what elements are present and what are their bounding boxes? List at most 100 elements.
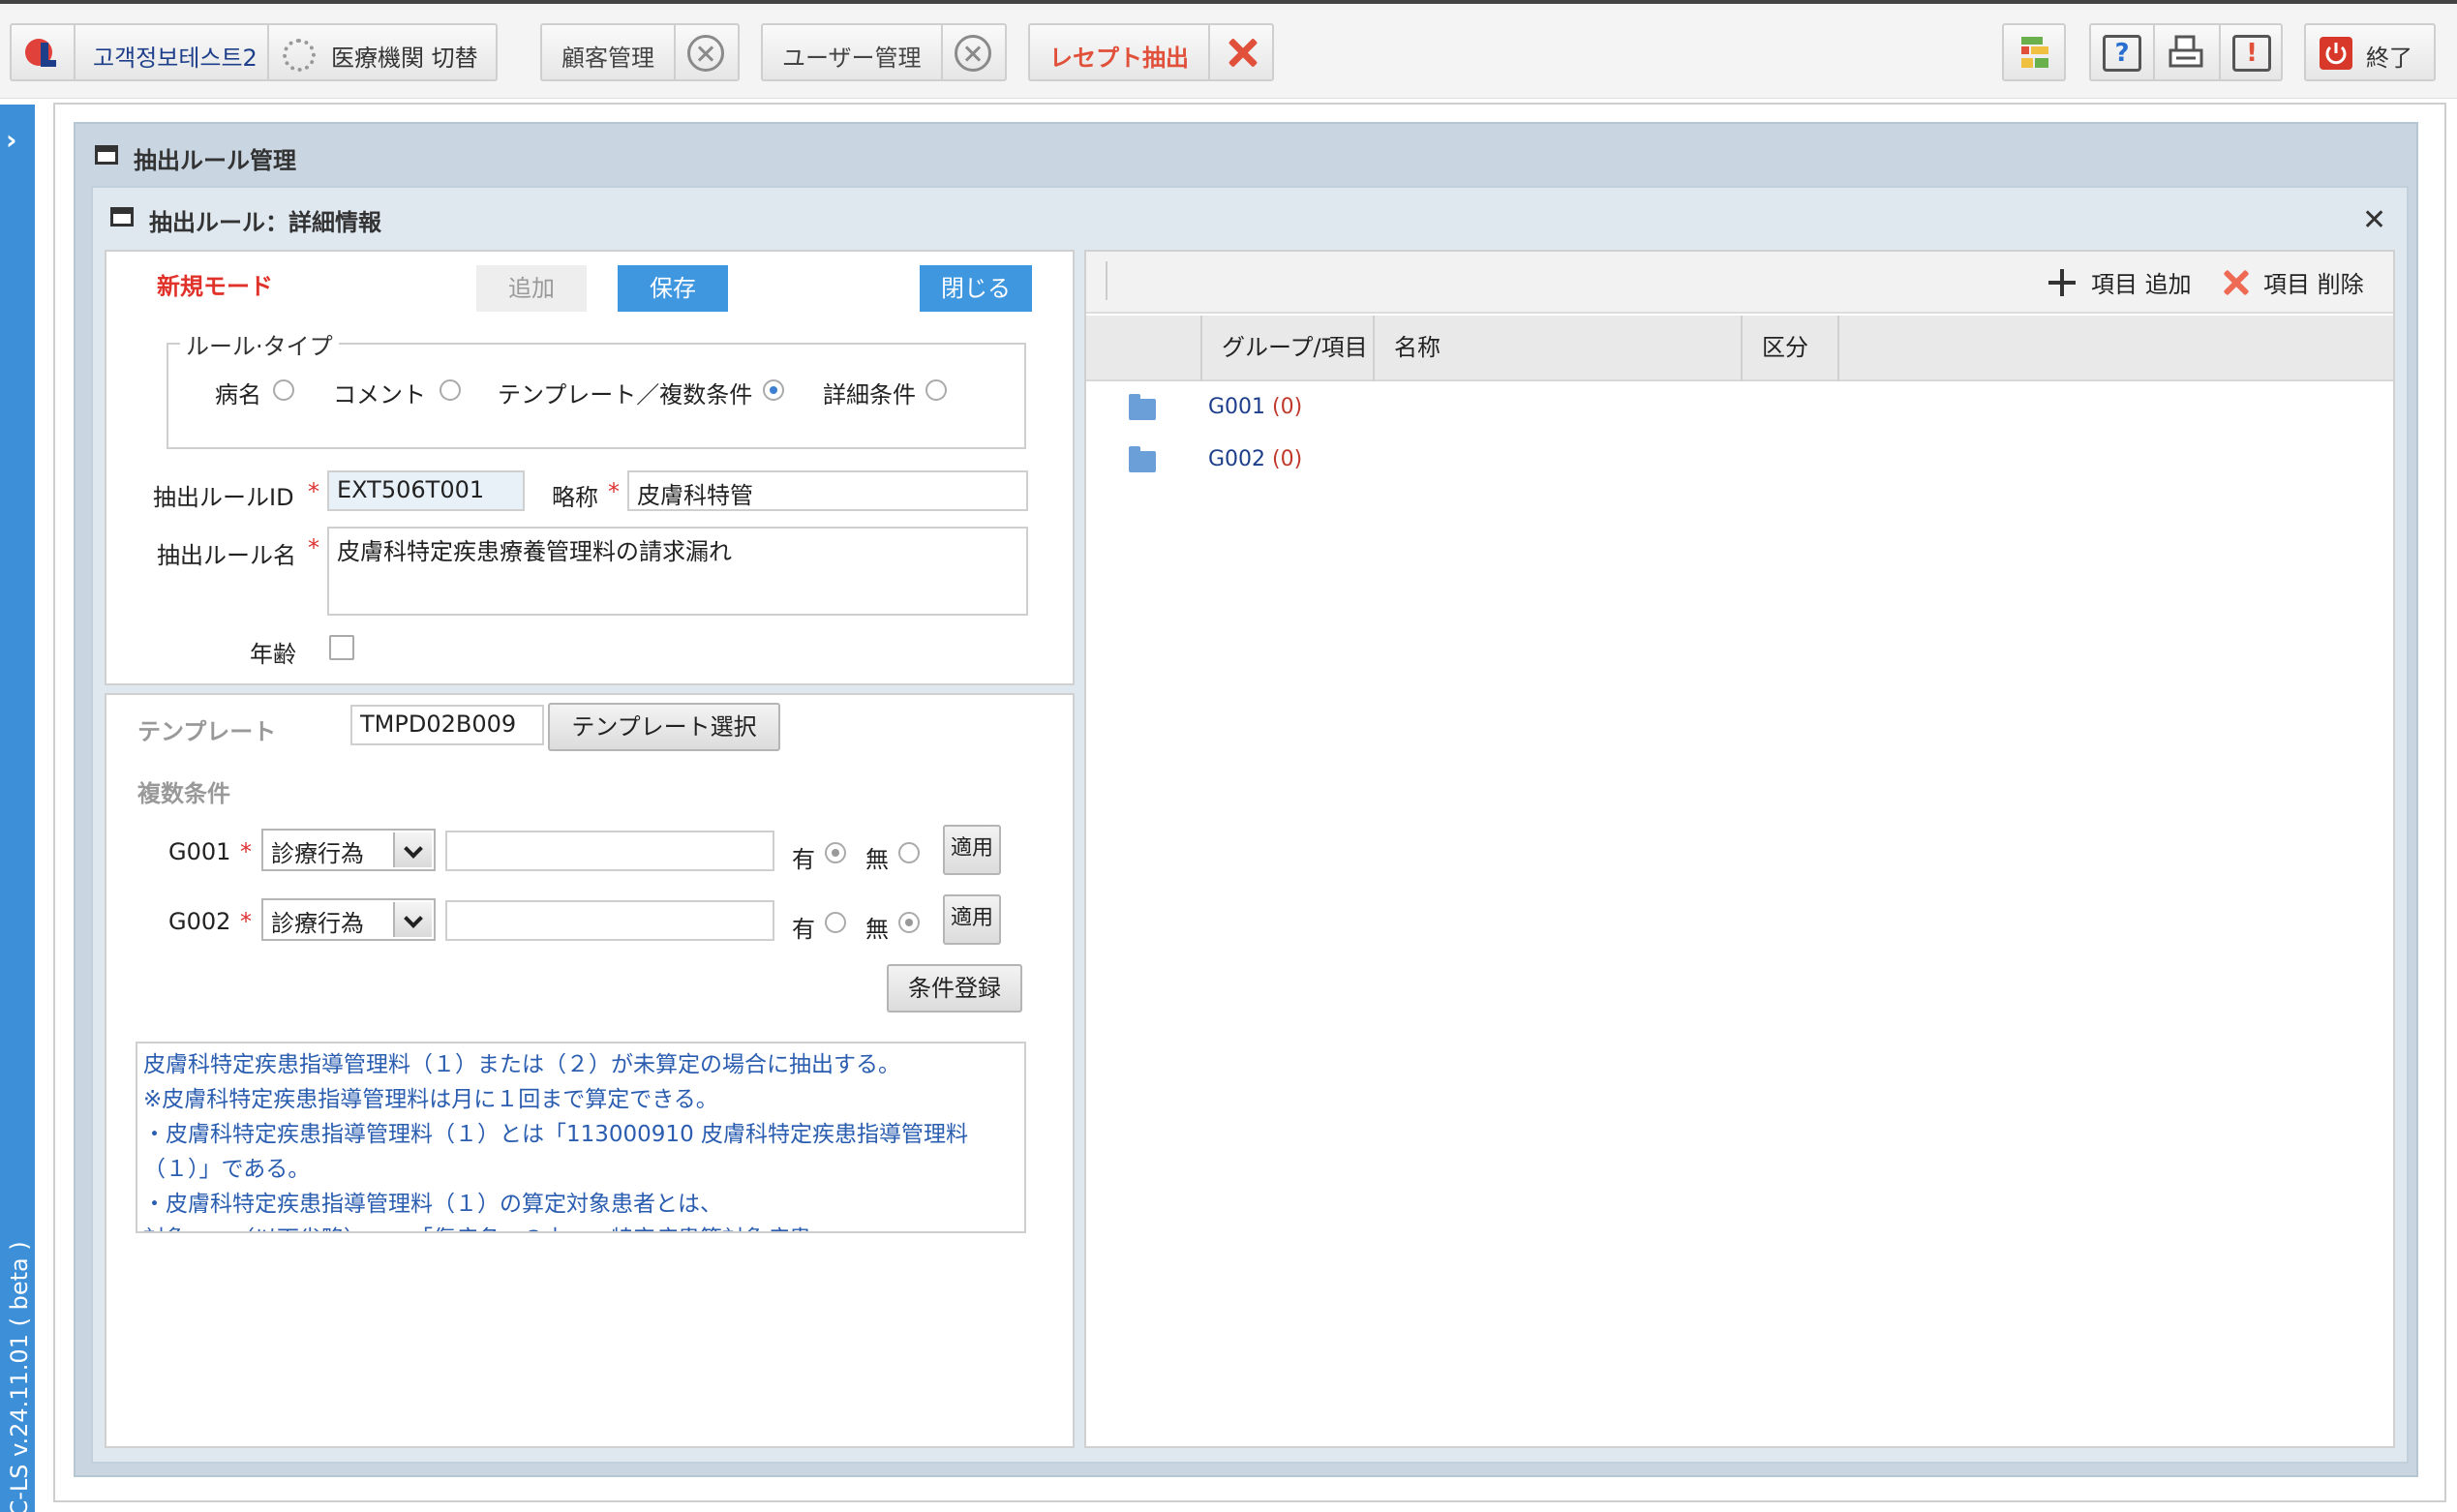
chevron-right-icon[interactable]: › xyxy=(6,124,17,156)
rule-type-comment-radio[interactable] xyxy=(440,379,461,401)
required-mark: * xyxy=(308,478,319,505)
description-line: ※皮膚科特定疾患指導管理料は月に１回まで算定できる。 xyxy=(143,1087,718,1112)
rule-type-template-radio[interactable] xyxy=(763,379,784,401)
rule-id-field[interactable]: EXT506T001 xyxy=(327,470,525,511)
rule-type-group: ルール·タイプ 病名 コメント テンプレート／複数条件 詳細条件 xyxy=(167,327,1026,449)
condition-value-input[interactable] xyxy=(445,831,774,871)
group-count: (0) xyxy=(1272,395,1303,419)
org-switch-group: 고객정보테스트2 医療機関 切替 xyxy=(10,23,498,81)
rule-name-label: 抽出ルール名 xyxy=(157,542,296,569)
rule-type-template-label: テンプレート／複数条件 xyxy=(498,381,753,408)
multi-condition-label: 複数条件 xyxy=(137,780,230,807)
register-condition-button[interactable]: 条件登録 xyxy=(887,964,1022,1013)
close-button[interactable]: 閉じる xyxy=(920,265,1032,312)
folder-icon xyxy=(1129,446,1156,472)
condition-yes-label: 有 xyxy=(792,916,815,943)
tab-user-label: ユーザー管理 xyxy=(782,45,922,72)
tree-row[interactable]: G002 (0) xyxy=(1086,438,2393,488)
help-icon[interactable]: ? xyxy=(2103,35,2141,72)
chevron-down-icon xyxy=(393,832,432,867)
condition-type-select[interactable]: 診療行為 xyxy=(261,898,436,941)
condition-no-radio[interactable] xyxy=(898,842,920,863)
app-logo-icon xyxy=(23,35,60,72)
condition-yes-label: 有 xyxy=(792,846,815,873)
group-count: (0) xyxy=(1272,447,1303,471)
add-item-button[interactable]: 項目 追加 xyxy=(2048,265,2203,300)
template-label: テンプレート xyxy=(137,718,277,745)
org-name[interactable]: 고객정보테스트2 xyxy=(93,39,258,73)
rule-id-label: 抽出ルールID xyxy=(153,484,294,511)
left-sidebar[interactable]: › RC-LS v.24.11.01 ( beta ) xyxy=(0,105,35,1512)
close-tab-icon[interactable] xyxy=(955,35,991,72)
template-field[interactable]: TMPD02B009 xyxy=(350,705,544,745)
required-mark: * xyxy=(308,534,319,561)
print-icon[interactable] xyxy=(2167,35,2205,72)
description-line: ・皮膚科特定疾患指導管理料（１）の算定対象患者とは、 xyxy=(143,1192,722,1217)
required-mark: * xyxy=(608,478,620,505)
rule-description[interactable]: 皮膚科特定疾患指導管理料（１）または（２）が未算定の場合に抽出する。 ※皮膚科特… xyxy=(136,1042,1026,1233)
exit-label: 終了 xyxy=(2366,45,2412,72)
folder-icon xyxy=(1129,394,1156,420)
top-toolbar: 고객정보테스트2 医療機関 切替 顧客管理 ユーザー管理 レセプト抽出 ? ! … xyxy=(0,4,2457,99)
rule-type-disease-label: 病名 xyxy=(215,381,261,408)
rule-type-detail-label: 詳細条件 xyxy=(823,381,916,408)
rule-type-legend: ルール·タイプ xyxy=(180,327,339,361)
description-line: ・皮膚科特定疾患指導管理料（１）とは「113000910 皮膚科特定疾患指導管理… xyxy=(143,1122,969,1147)
tab-customer-label: 顧客管理 xyxy=(561,45,654,72)
condition-type-value: 診療行為 xyxy=(271,910,364,937)
column-header-category[interactable]: 区分 xyxy=(1743,316,1839,381)
save-button[interactable]: 保存 xyxy=(618,265,728,312)
group-item-grid: 項目 追加 項目 削除 グループ/項目 名称 区分 G001 (0) G002 … xyxy=(1084,250,2395,1448)
detail-header: 抽出ルール：詳細情報 xyxy=(110,192,691,240)
add-item-label: 項目 追加 xyxy=(2091,271,2192,298)
close-icon[interactable]: ✕ xyxy=(2362,203,2386,237)
tab-receipt-extraction[interactable]: レセプト抽出 xyxy=(1028,23,1274,81)
alert-icon[interactable]: ! xyxy=(2232,35,2271,72)
exit-button[interactable]: 終了 xyxy=(2304,23,2436,81)
settings-panel-button[interactable] xyxy=(2002,23,2066,81)
condition-yes-radio[interactable] xyxy=(825,842,846,863)
rule-name-field[interactable]: 皮膚科特定疾患療養管理料の請求漏れ xyxy=(327,527,1028,616)
rule-form-top: 新規モード 追加 保存 閉じる ルール·タイプ 病名 コメント テンプレート／複… xyxy=(105,250,1075,685)
add-button[interactable]: 追加 xyxy=(476,265,587,312)
description-line: 対象……（以下省略）……「傷病名」の中……特定疾患等対象疾患…… xyxy=(143,1222,1018,1231)
close-tab-icon[interactable] xyxy=(687,35,724,72)
group-id: G002 xyxy=(1208,447,1266,471)
condition-no-label: 無 xyxy=(865,916,889,943)
chevron-down-icon xyxy=(393,902,432,937)
grid-header-cell xyxy=(1086,316,1202,381)
condition-yes-radio[interactable] xyxy=(825,912,846,933)
rule-type-detail-radio[interactable] xyxy=(925,379,947,401)
abbr-field[interactable]: 皮膚科特管 xyxy=(627,470,1028,511)
delete-item-button[interactable]: 項目 削除 xyxy=(2221,265,2385,300)
description-line: 皮膚科特定疾患指導管理料（１）または（２）が未算定の場合に抽出する。 xyxy=(143,1052,900,1077)
page-title: 抽出ルール管理 xyxy=(134,147,296,174)
condition-type-select[interactable]: 診療行為 xyxy=(261,829,436,871)
condition-value-input[interactable] xyxy=(445,900,774,941)
version-label: RC-LS v.24.11.01 ( beta ) xyxy=(6,1241,33,1512)
template-select-button[interactable]: テンプレート選択 xyxy=(548,703,780,751)
rule-type-disease-radio[interactable] xyxy=(273,379,294,401)
switch-clinic-button[interactable]: 医療機関 切替 xyxy=(331,39,478,73)
condition-id: G002 xyxy=(168,908,231,935)
gear-icon[interactable] xyxy=(283,39,316,72)
detail-title: 抽出ルール：詳細情報 xyxy=(149,209,381,236)
age-checkbox[interactable] xyxy=(329,635,354,660)
column-header-group[interactable]: グループ/項目 xyxy=(1202,316,1375,381)
window-icon xyxy=(95,145,118,165)
plus-icon xyxy=(2048,269,2076,296)
delete-item-label: 項目 削除 xyxy=(2263,271,2364,298)
condition-no-radio[interactable] xyxy=(898,912,920,933)
close-tab-icon[interactable] xyxy=(1224,33,1262,72)
dashboard-icon xyxy=(2017,35,2052,72)
delete-icon xyxy=(2221,267,2252,298)
abbr-label: 略称 xyxy=(552,484,598,511)
apply-button[interactable]: 適用 xyxy=(943,894,1001,945)
tab-customer-management[interactable]: 顧客管理 xyxy=(540,23,740,81)
tree-row[interactable]: G001 (0) xyxy=(1086,385,2393,436)
column-header-name[interactable]: 名称 xyxy=(1375,316,1743,381)
condition-type-value: 診療行為 xyxy=(271,840,364,867)
tab-user-management[interactable]: ユーザー管理 xyxy=(761,23,1007,81)
help-tools-group: ? ! xyxy=(2089,23,2283,81)
apply-button[interactable]: 適用 xyxy=(943,825,1001,875)
